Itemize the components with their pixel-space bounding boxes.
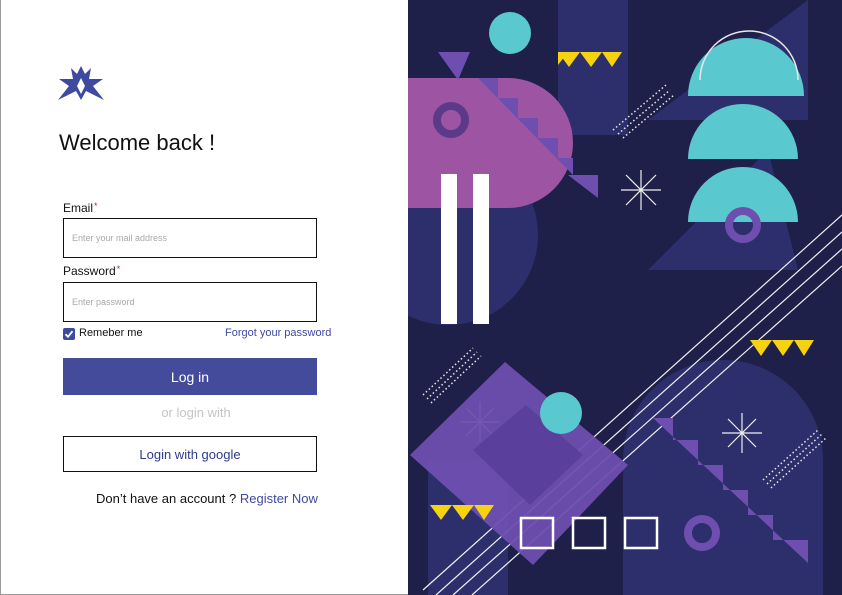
brand-logo-icon <box>58 66 104 100</box>
remember-me-label[interactable]: Remeber me <box>79 327 143 339</box>
register-now-link[interactable]: Register Now <box>240 491 318 506</box>
page-title: Welcome back ! <box>59 130 216 155</box>
forgot-password-link[interactable]: Forgot your password <box>225 327 331 339</box>
email-field[interactable] <box>63 218 317 258</box>
login-with-google-button[interactable]: Login with google <box>63 436 317 472</box>
password-label-text: Password <box>63 264 116 278</box>
geometric-illustration <box>408 0 842 595</box>
decorative-artwork-panel <box>408 0 842 595</box>
required-marker: * <box>116 264 121 274</box>
remember-me-checkbox[interactable] <box>63 328 75 340</box>
email-label-text: Email <box>63 201 94 215</box>
password-field[interactable] <box>63 282 317 322</box>
checkmark-icon <box>64 330 74 339</box>
required-marker: * <box>94 201 98 211</box>
login-panel: Welcome back ! Email* Password* Remeber … <box>0 0 408 595</box>
register-prompt: Don’t have an account ? Register Now <box>96 491 318 506</box>
email-label: Email* <box>63 201 98 215</box>
login-button[interactable]: Log in <box>63 358 317 395</box>
password-label: Password* <box>63 264 120 278</box>
or-login-with-text: or login with <box>161 405 231 420</box>
no-account-text: Don’t have an account ? <box>96 491 237 506</box>
